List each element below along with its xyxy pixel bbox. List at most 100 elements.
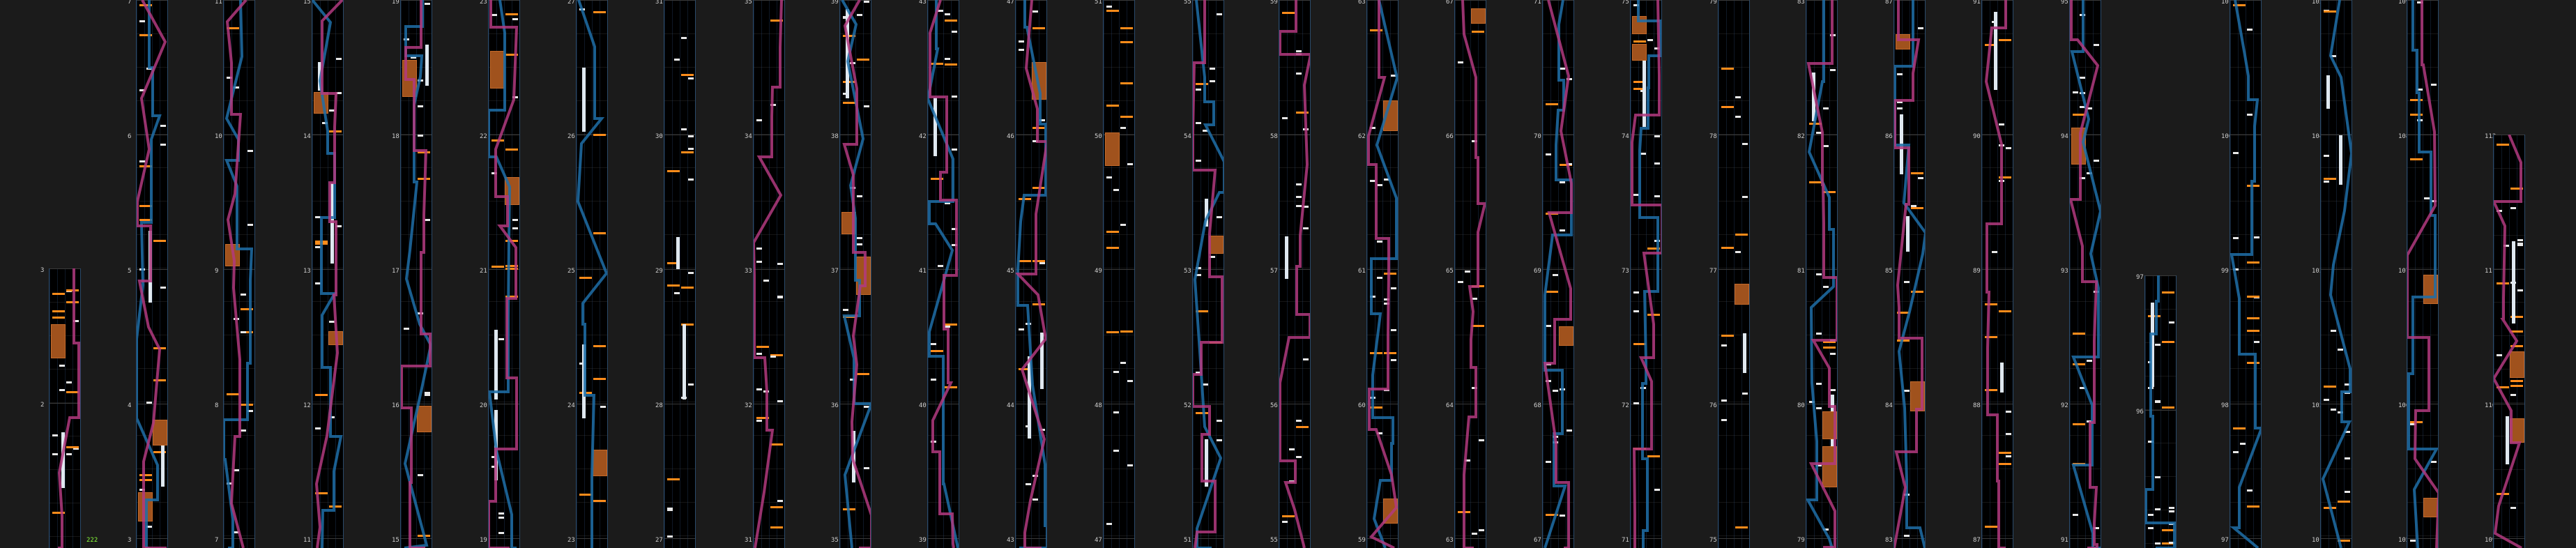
measure-number: 12 — [303, 402, 311, 409]
measure-number: 65 — [1446, 268, 1454, 275]
measure-number: 66 — [1446, 133, 1454, 140]
measure-number: 54 — [1184, 133, 1191, 140]
measure-number: 7 — [128, 0, 132, 6]
laser-layer — [2070, 0, 2101, 548]
left-laser — [577, 0, 607, 548]
lane-strip — [2069, 0, 2101, 548]
measure-number: 58 — [1270, 133, 1278, 140]
lane-strip — [1279, 0, 1311, 548]
lane-strip — [839, 0, 871, 548]
chart-column: 7 6 5 4 3 — [128, 0, 168, 548]
laser-layer — [754, 0, 783, 548]
laser-layer — [1894, 0, 1925, 548]
lane-strip — [1893, 0, 1926, 548]
measure-number: 85 — [1885, 268, 1893, 275]
lane-strip — [1366, 0, 1398, 548]
measure-number: 75 — [1622, 0, 1629, 6]
lane-strip — [136, 0, 168, 548]
measure-number: 27 — [567, 0, 575, 6]
left-laser — [1637, 0, 1661, 548]
laser-layer — [1104, 0, 1135, 548]
measure-number: 6 — [128, 133, 132, 140]
measure-number: 75 — [1709, 537, 1717, 544]
measure-number: 99 — [2221, 268, 2229, 275]
measure-number: 67 — [1534, 537, 1541, 544]
measure-number: 31 — [745, 537, 752, 544]
chart-column: 19 18 17 16 15 — [392, 0, 432, 548]
measure-number: 44 — [1007, 402, 1014, 409]
right-laser — [57, 268, 80, 548]
measure-number: 17 — [392, 268, 399, 275]
laser-layer — [401, 0, 432, 548]
measure-number: 90 — [1973, 133, 1981, 140]
laser-layer — [1193, 0, 1224, 548]
laser-layer — [1631, 0, 1661, 548]
lane-strip — [1103, 0, 1135, 548]
laser-layer — [841, 0, 871, 548]
measure-number: 76 — [1709, 402, 1717, 409]
chart-column: 55 54 53 52 51 — [1184, 0, 1224, 548]
measure-number: 30 — [655, 133, 663, 140]
chart-column: 11 10 9 8 7 — [215, 0, 255, 548]
laser-layer — [1016, 0, 1046, 548]
laser-layer — [2321, 0, 2352, 548]
measure-number: 39 — [831, 0, 839, 6]
laser-layer — [928, 0, 959, 548]
laser-layer — [312, 0, 343, 548]
lane-strip — [312, 0, 344, 548]
measure-number: 41 — [919, 268, 927, 275]
measure-number: 43 — [919, 0, 927, 6]
lane-strip — [664, 0, 696, 548]
measure-number: 40 — [919, 402, 927, 409]
measure-number: 3 — [128, 537, 132, 544]
right-laser — [1016, 0, 1046, 548]
chart-column: 87 86 85 84 83 — [1885, 0, 1926, 548]
measure-number: 19 — [392, 0, 399, 6]
measure-number: 8 — [215, 402, 219, 409]
chart-column: 51 50 49 48 47 — [1095, 0, 1135, 548]
chart-column: 67 66 65 64 63 — [1446, 0, 1486, 548]
measure-number: 97 — [2221, 537, 2229, 544]
chart-column: 47 46 45 44 43 — [1007, 0, 1047, 548]
measure-number: 22 — [480, 133, 487, 140]
measure-number: 35 — [745, 0, 752, 6]
measure-number: 51 — [1184, 537, 1191, 544]
measure-number: 57 — [1270, 268, 1278, 275]
measure-number: 9 — [215, 268, 219, 275]
measure-number: 97 — [2136, 274, 2144, 281]
measure-number: 55 — [1184, 0, 1191, 6]
lane-strip — [1981, 0, 2013, 548]
measure-number: 50 — [1095, 133, 1102, 140]
measure-number: 49 — [1095, 268, 1102, 275]
measure-number: 14 — [303, 133, 311, 140]
measure-number: 24 — [567, 402, 575, 409]
lane-strip — [2320, 0, 2352, 548]
measure-number: 31 — [655, 0, 663, 6]
laser-layer — [1984, 0, 2007, 548]
measure-number: 51 — [1095, 0, 1102, 6]
lane-strip — [1630, 0, 1662, 548]
measure-number: 20 — [480, 402, 487, 409]
lane-strip — [223, 0, 255, 548]
measure-number: 83 — [1797, 0, 1805, 6]
chart-column: 83 82 81 80 79 — [1797, 0, 1838, 548]
chart-column: 27 26 25 24 23 — [567, 0, 608, 548]
measure-number: 5 — [128, 268, 132, 275]
right-laser — [2494, 135, 2522, 548]
measure-number: 88 — [1973, 402, 1981, 409]
chart-column: 79 78 77 76 75 — [1709, 0, 1750, 548]
measure-number: 71 — [1534, 0, 1541, 6]
laser-layer — [2230, 0, 2261, 548]
measure-number: 48 — [1095, 402, 1102, 409]
measure-number: 68 — [1534, 402, 1541, 409]
lane-strip — [488, 0, 520, 548]
measure-number: 64 — [1446, 402, 1454, 409]
measure-number: 38 — [831, 133, 839, 140]
laser-layer — [577, 0, 607, 548]
lane-strip — [927, 0, 959, 548]
measure-number: 26 — [567, 133, 575, 140]
measure-number: 62 — [1358, 133, 1366, 140]
measure-number: 91 — [1973, 0, 1981, 6]
measure-number: 77 — [1709, 268, 1717, 275]
lane-strip — [1015, 0, 1047, 548]
